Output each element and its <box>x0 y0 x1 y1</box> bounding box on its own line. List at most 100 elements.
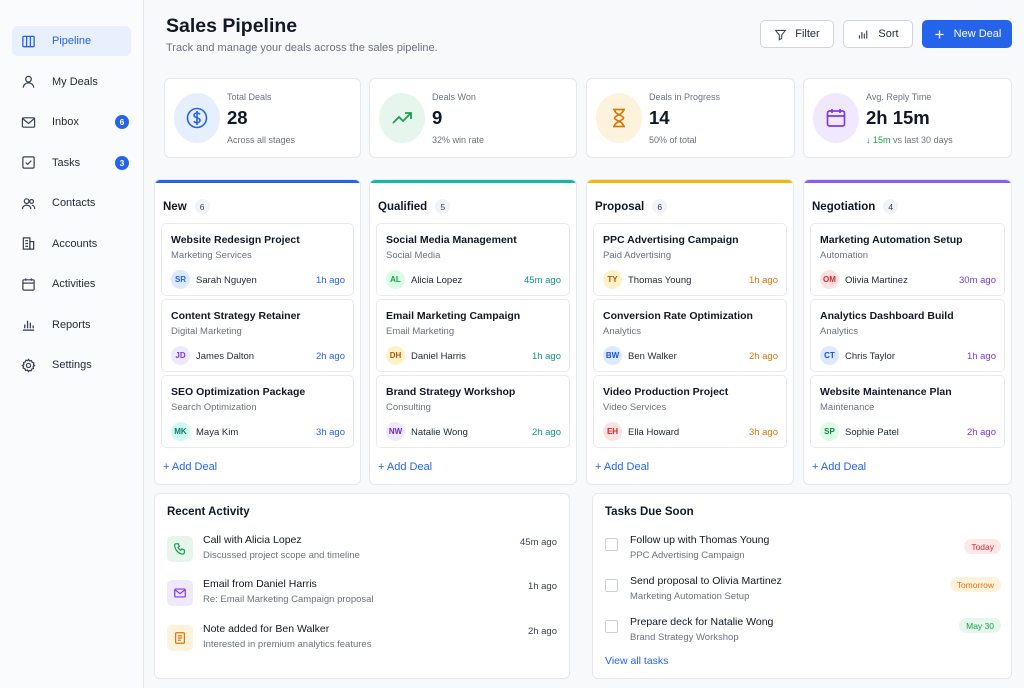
deal-card[interactable]: Content Strategy Retainer Digital Marketi… <box>161 299 354 372</box>
deal-category: Video Services <box>603 402 667 413</box>
task-item: Prepare deck for Natalie Wong Brand Stra… <box>605 615 1001 649</box>
deal-card[interactable]: Email Marketing Campaign Email Marketing D… <box>376 299 570 372</box>
avatar: EH <box>603 422 622 441</box>
add-deal-link[interactable]: + Add Deal <box>378 461 432 473</box>
deal-owner: Sophie Patel <box>845 427 899 438</box>
avatar: NW <box>386 422 405 441</box>
deal-owner: Alicia Lopez <box>411 275 463 286</box>
page-title: Sales Pipeline <box>166 15 298 37</box>
new-deal-button[interactable]: New Deal <box>922 20 1012 48</box>
deal-card[interactable]: Analytics Dashboard Build Analytics CT Chri… <box>810 299 1005 372</box>
column-header: Proposal 6 <box>595 199 668 214</box>
sidebar-item-label: Inbox <box>52 116 79 128</box>
column-accent-bar <box>370 180 576 183</box>
building-icon <box>20 236 36 252</box>
add-deal-link[interactable]: + Add Deal <box>595 461 649 473</box>
page-subtitle: Track and manage your deals across the s… <box>166 42 438 54</box>
columns-icon <box>20 33 36 49</box>
column-header: Qualified 5 <box>378 199 451 214</box>
column-accent-bar <box>804 180 1011 183</box>
avatar: DH <box>386 346 405 365</box>
deal-time: 45m ago <box>524 275 561 286</box>
deal-card[interactable]: Video Production Project Video Services EH… <box>593 375 787 448</box>
calendar-icon <box>20 276 36 292</box>
deal-card[interactable]: Social Media Management Social Media AL Ali… <box>376 223 570 296</box>
deal-card[interactable]: Website Redesign Project Marketing Servic… <box>161 223 354 296</box>
deal-category: Digital Marketing <box>171 326 242 337</box>
deal-title: Website Redesign Project <box>171 234 300 246</box>
deal-category: Marketing Services <box>171 250 252 261</box>
sidebar-item-label: My Deals <box>52 75 98 88</box>
sidebar-item-label: Activities <box>52 278 96 290</box>
activity-item[interactable]: Note added for Ben Walker Interested in … <box>167 622 557 656</box>
due-badge: Tomorrow <box>949 577 1001 592</box>
pipeline-column-new: New 6 Website Redesign Project Marketing Se… <box>154 179 361 485</box>
deal-card[interactable]: Marketing Automation Setup Automation OM Ol… <box>810 223 1005 296</box>
sidebar-item-reports[interactable]: Reports <box>12 310 131 340</box>
sidebar-item-label: Accounts <box>52 237 98 250</box>
add-deal-link[interactable]: + Add Deal <box>812 461 866 473</box>
gear-icon <box>20 357 36 373</box>
mail-icon <box>20 114 36 130</box>
pipeline-column-proposal: Proposal 6 PPC Advertising Campaign Paid Ad… <box>586 179 794 485</box>
inbox-count-badge: 6 <box>115 115 129 129</box>
column-accent-bar <box>155 180 360 183</box>
avatar: AL <box>386 270 405 289</box>
sidebar-item-accounts[interactable]: Accounts <box>12 229 131 259</box>
task-item: Send proposal to Olivia Martinez Marketi… <box>605 574 1001 608</box>
deal-title: Conversion Rate Optimization <box>603 310 753 322</box>
pipeline-column-negotiation: Negotiation 4 Marketing Automation Setup Au… <box>803 179 1012 485</box>
column-count-badge: 6 <box>194 199 210 214</box>
recent-activity-panel: Recent Activity Call with Alicia Lopez D… <box>154 493 570 679</box>
deal-card[interactable]: PPC Advertising Campaign Paid Advertising… <box>593 223 787 296</box>
task-item: Follow up with Thomas Young PPC Advertis… <box>605 533 1001 567</box>
deal-category: Automation <box>820 250 869 261</box>
deal-title: SEO Optimization Package <box>171 386 306 398</box>
deal-time: 30m ago <box>959 275 996 286</box>
avatar: TY <box>603 270 622 289</box>
deal-owner: Ella Howard <box>628 427 680 438</box>
deal-category: Analytics <box>820 326 859 337</box>
deal-time: 1h ago <box>315 275 345 286</box>
deal-card[interactable]: Brand Strategy Workshop Consulting NW Natal… <box>376 375 570 448</box>
avatar: BW <box>603 346 622 365</box>
deal-card[interactable]: SEO Optimization Package Search Optimizat… <box>161 375 354 448</box>
filter-icon <box>774 29 787 41</box>
deal-time: 1h ago <box>966 351 996 362</box>
sidebar-item-my-deals[interactable]: My Deals <box>12 67 131 97</box>
sidebar-item-contacts[interactable]: Contacts <box>12 188 131 218</box>
filter-button[interactable]: Filter <box>760 20 834 48</box>
note-icon <box>167 625 193 651</box>
stat-card-deals-in-progress: Deals in Progress 14 50% of total <box>586 78 795 158</box>
task-checkbox[interactable] <box>605 620 618 633</box>
tasks-count-badge: 3 <box>115 155 129 170</box>
column-accent-bar <box>587 180 793 183</box>
deal-category: Search Optimization <box>171 402 257 413</box>
task-checkbox[interactable] <box>605 579 618 592</box>
deal-owner: Ben Walker <box>628 351 677 362</box>
deal-time: 3h ago <box>748 427 778 438</box>
column-header: New 6 <box>163 199 210 214</box>
sidebar: Pipeline My Deals Inbox 6 Tasks 3 Contac… <box>0 0 144 688</box>
deal-card[interactable]: Website Maintenance Plan Maintenance SP Sop… <box>810 375 1005 448</box>
sidebar-item-activities[interactable]: Activities <box>12 269 131 299</box>
task-checkbox[interactable] <box>605 538 618 551</box>
user-icon <box>20 74 36 90</box>
checkbox-icon <box>20 155 36 171</box>
deal-category: Consulting <box>386 402 431 413</box>
deal-category: Email Marketing <box>386 326 455 337</box>
sidebar-item-settings[interactable]: Settings <box>12 350 131 380</box>
users-icon <box>20 195 36 211</box>
plus-icon <box>935 29 944 39</box>
view-all-tasks-link[interactable]: View all tasks <box>605 655 668 667</box>
sidebar-item-label: Pipeline <box>52 35 92 47</box>
activity-item[interactable]: Call with Alicia Lopez Discussed project… <box>167 533 557 567</box>
sidebar-item-pipeline[interactable]: Pipeline <box>12 26 131 56</box>
sort-button[interactable]: Sort <box>843 20 913 48</box>
sidebar-item-inbox[interactable]: Inbox 6 <box>12 107 131 137</box>
sidebar-item-tasks[interactable]: Tasks 3 <box>12 148 131 178</box>
deal-card[interactable]: Conversion Rate Optimization Analytics BW B… <box>593 299 787 372</box>
add-deal-link[interactable]: + Add Deal <box>163 461 217 473</box>
activity-item[interactable]: Email from Daniel Harris Re: Email Marke… <box>167 577 557 611</box>
avatar: SR <box>171 270 190 289</box>
